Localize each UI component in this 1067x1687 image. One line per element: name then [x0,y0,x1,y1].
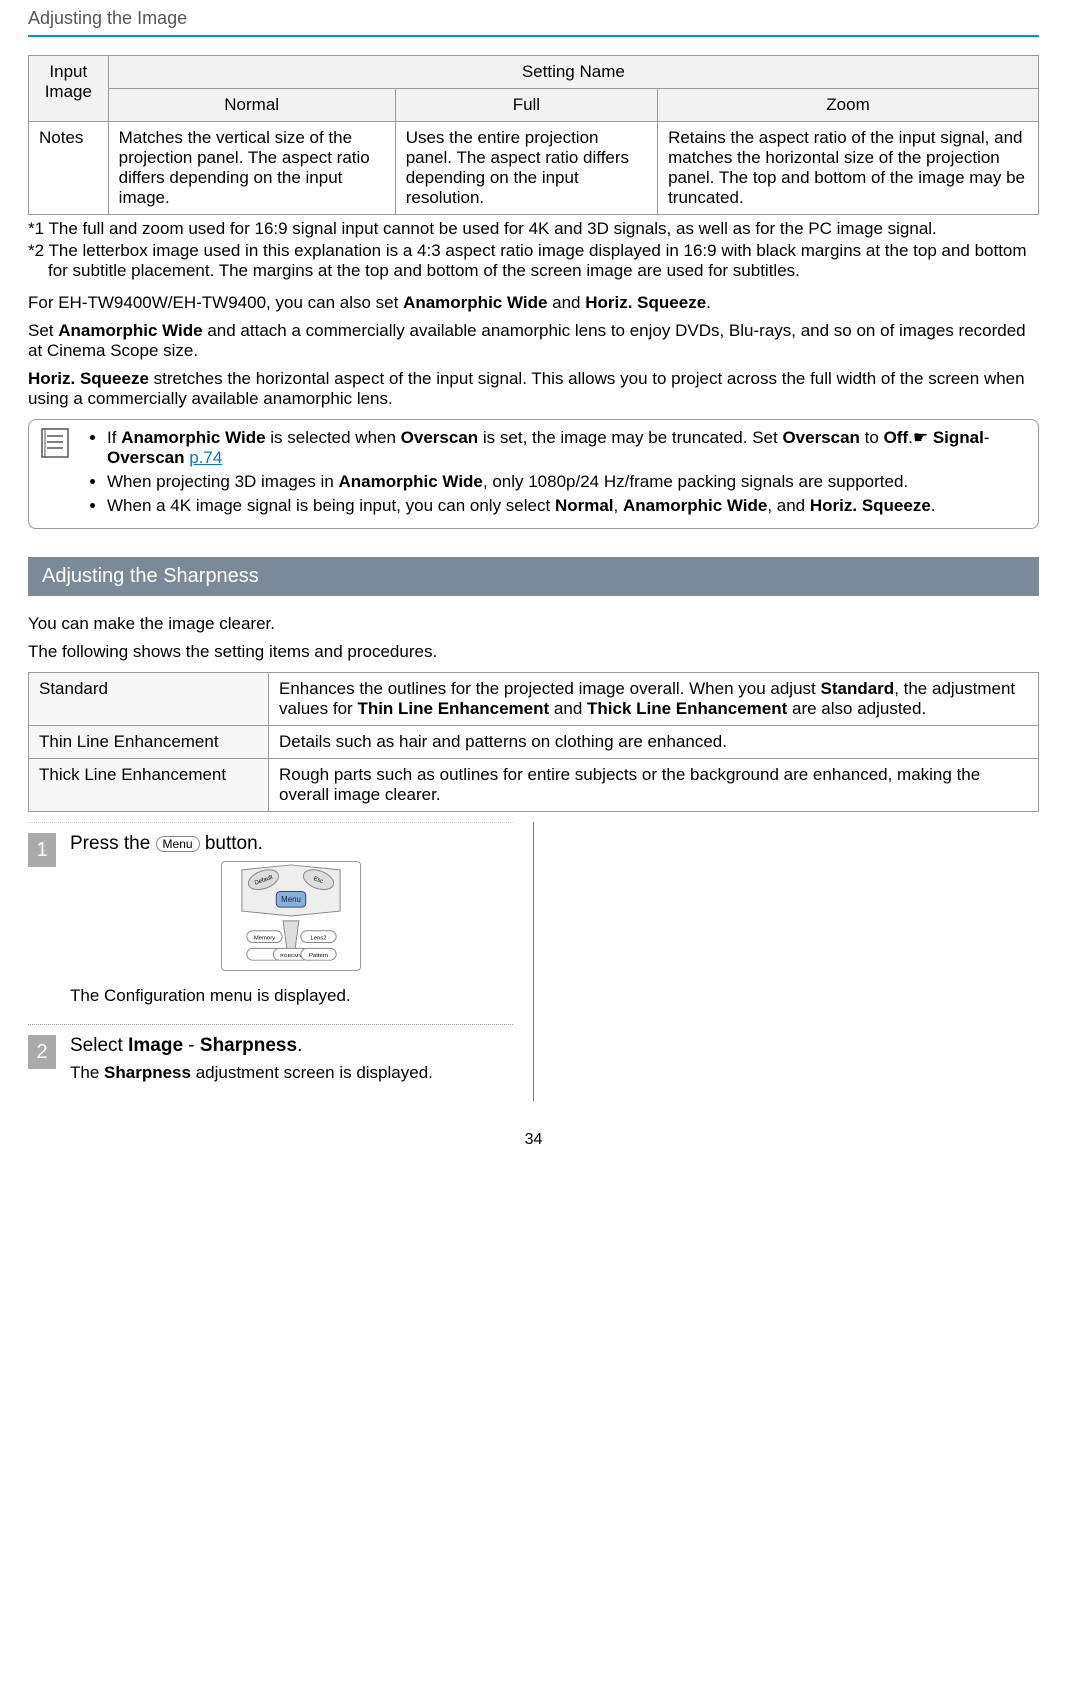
note-icon [41,428,71,520]
steps-column: 1 Press the Menu button. Menu Memory Len… [28,822,534,1101]
sharp-standard-desc: Enhances the outlines for the projected … [269,673,1039,726]
sharp-standard-label: Standard [29,673,269,726]
link-p74[interactable]: p.74 [189,448,222,467]
note-box: If Anamorphic Wide is selected when Over… [28,419,1039,529]
step-number: 2 [28,1035,56,1069]
step-body: Select Image - Sharpness. The Sharpness … [70,1035,513,1083]
step-2-result: The Sharpness adjustment screen is displ… [70,1063,513,1083]
input-image-header: Input Image [29,56,109,122]
cell-zoom: Retains the aspect ratio of the input si… [658,122,1039,215]
note-item-1: If Anamorphic Wide is selected when Over… [107,428,1026,468]
step-body: Press the Menu button. Menu Memory Lens2 [70,833,513,1006]
table-row: Standard Enhances the outlines for the p… [29,673,1039,726]
footnote-2: *2 The letterbox image used in this expl… [28,241,1039,281]
remote-illustration: Menu Memory Lens2 RGBCMY Pattern Default [70,861,513,976]
aspect-ratio-table: Input Image Setting Name Normal Full Zoo… [28,55,1039,215]
hand-icon: ☛ [913,428,928,447]
table-row: Thin Line Enhancement Details such as ha… [29,726,1039,759]
note-list: If Anamorphic Wide is selected when Over… [85,428,1026,520]
paragraph-1: For EH-TW9400W/EH-TW9400, you can also s… [28,293,1039,313]
col-normal: Normal [108,89,395,122]
sharp-thin-label: Thin Line Enhancement [29,726,269,759]
paragraph-3: Horiz. Squeeze stretches the horizontal … [28,369,1039,409]
page-number: 34 [28,1131,1039,1149]
svg-text:Lens2: Lens2 [311,936,327,942]
section-heading: Adjusting the Sharpness [28,557,1039,596]
sharpness-intro: You can make the image clearer. The foll… [28,614,1039,662]
body-text: For EH-TW9400W/EH-TW9400, you can also s… [28,293,1039,409]
svg-text:Pattern: Pattern [309,953,328,959]
table-row: Thick Line Enhancement Rough parts such … [29,759,1039,812]
step-1-result: The Configuration menu is displayed. [70,986,513,1006]
svg-text:Memory: Memory [254,936,275,942]
step-number: 1 [28,833,56,867]
step-1: 1 Press the Menu button. Menu Memory Len… [28,822,513,1006]
setting-name-header: Setting Name [108,56,1038,89]
paragraph-2: Set Anamorphic Wide and attach a commerc… [28,321,1039,361]
footnotes: *1 The full and zoom used for 16:9 signa… [28,219,1039,281]
page-header: Adjusting the Image [28,0,1039,37]
svg-text:RGBCMY: RGBCMY [281,953,303,959]
note-item-2: When projecting 3D images in Anamorphic … [107,472,1026,492]
cell-normal: Matches the vertical size of the project… [108,122,395,215]
sharp-thick-desc: Rough parts such as outlines for entire … [269,759,1039,812]
cell-full: Uses the entire projection panel. The as… [395,122,657,215]
table-row: Notes Matches the vertical size of the p… [29,122,1039,215]
row-label: Notes [29,122,109,215]
sharp-thin-desc: Details such as hair and patterns on clo… [269,726,1039,759]
sharp-intro-1: You can make the image clearer. [28,614,1039,634]
sharpness-table: Standard Enhances the outlines for the p… [28,672,1039,812]
footnote-1: *1 The full and zoom used for 16:9 signa… [28,219,1039,239]
note-item-3: When a 4K image signal is being input, y… [107,496,1026,516]
page-title: Adjusting the Image [28,8,187,28]
col-full: Full [395,89,657,122]
steps-area: 1 Press the Menu button. Menu Memory Len… [28,822,1039,1101]
step-2-title: Select Image - Sharpness. [70,1035,513,1057]
svg-text:Menu: Menu [281,895,301,904]
col-zoom: Zoom [658,89,1039,122]
sharp-intro-2: The following shows the setting items an… [28,642,1039,662]
step-2: 2 Select Image - Sharpness. The Sharpnes… [28,1024,513,1083]
step-1-title: Press the Menu button. [70,833,513,855]
menu-button-icon: Menu [156,836,200,852]
sharp-thick-label: Thick Line Enhancement [29,759,269,812]
